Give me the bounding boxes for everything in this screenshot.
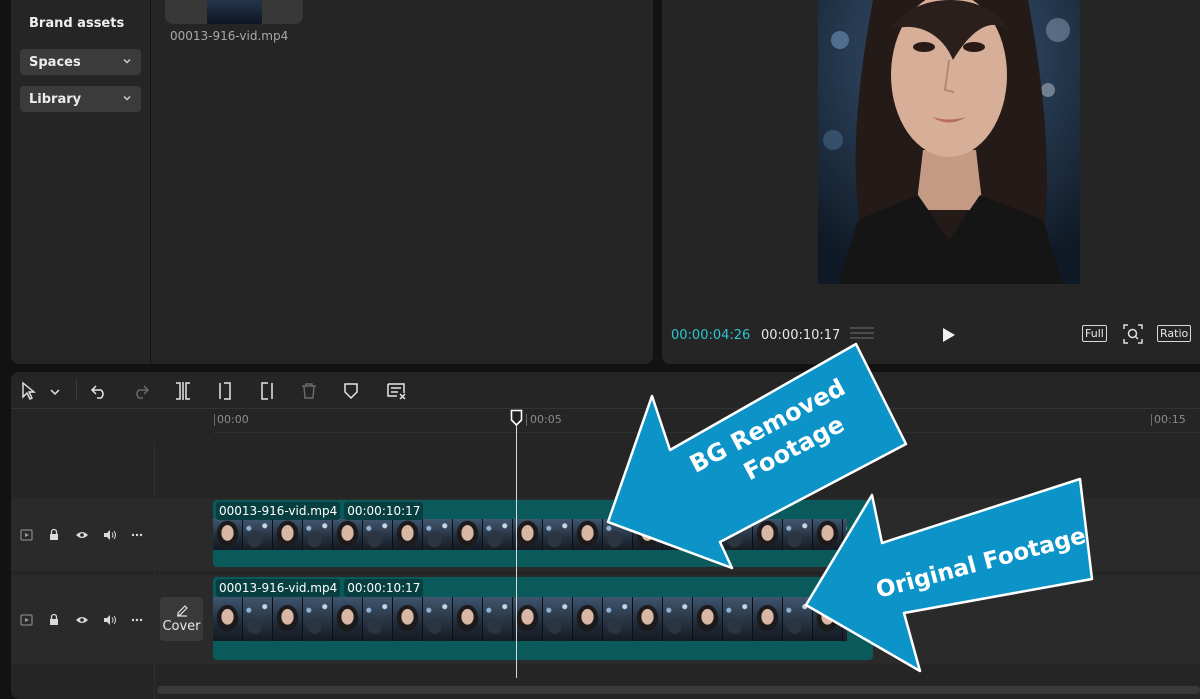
playhead-icon[interactable] — [510, 409, 523, 427]
zoom-fit-icon[interactable] — [1123, 324, 1143, 344]
ruler-tick — [214, 414, 215, 426]
select-tool-icon[interactable] — [20, 381, 64, 401]
annotation-text-original: Original Footage — [873, 523, 1088, 604]
ruler-tick-label: 00:00 — [217, 413, 249, 426]
sidebar-item-brand-assets[interactable]: Brand assets — [29, 16, 124, 31]
timeline-horizontal-scrollbar[interactable] — [157, 686, 1200, 694]
clip-frame-strip — [213, 597, 847, 641]
clip-header: 00013-916-vid.mp4 00:00:10:17 — [216, 579, 424, 597]
marker-icon[interactable] — [342, 382, 360, 400]
clip-header: 00013-916-vid.mp4 00:00:10:17 — [216, 502, 424, 520]
library-dropdown[interactable]: Library — [20, 86, 141, 112]
split-icon[interactable] — [174, 381, 192, 401]
clip-name: 00013-916-vid.mp4 — [216, 502, 341, 520]
trim-right-icon[interactable] — [258, 381, 276, 401]
video-preview-image — [818, 0, 1080, 284]
ratio-button[interactable]: Ratio — [1157, 325, 1192, 342]
toolbar-divider — [76, 380, 77, 400]
spaces-label: Spaces — [29, 54, 81, 70]
video-preview[interactable] — [818, 0, 1080, 284]
clip-name: 00013-916-vid.mp4 — [216, 579, 341, 597]
media-panel — [151, 0, 653, 364]
play-icon[interactable] — [942, 327, 956, 343]
spaces-dropdown[interactable]: Spaces — [20, 49, 141, 75]
track-header-controls — [20, 613, 143, 626]
ruler-tick — [1151, 414, 1152, 426]
clip-duration: 00:00:10:17 — [344, 502, 424, 520]
edit-pencil-icon — [177, 605, 188, 617]
clip-duration: 00:00:10:17 — [344, 579, 424, 597]
library-label: Library — [29, 91, 82, 107]
playhead-line[interactable] — [516, 420, 517, 678]
annotation-label-original: Original Footage — [873, 523, 1088, 604]
ruler-tick-label: 00:15 — [1154, 413, 1186, 426]
chevron-down-icon — [123, 58, 131, 64]
ruler-tick — [526, 414, 527, 426]
trim-left-icon[interactable] — [216, 381, 234, 401]
chevron-down-icon — [123, 95, 131, 101]
undo-icon[interactable] — [90, 382, 108, 400]
cover-label: Cover — [162, 619, 201, 634]
media-thumbnail-image — [207, 0, 262, 24]
caption-icon[interactable] — [386, 382, 408, 400]
ruler-tick-label: 00:05 — [530, 413, 562, 426]
media-filename: 00013-916-vid.mp4 — [170, 29, 289, 43]
track-header-controls — [20, 528, 143, 541]
full-button[interactable]: Full — [1082, 325, 1107, 342]
redo-icon[interactable] — [132, 382, 150, 400]
delete-icon[interactable] — [300, 382, 318, 400]
